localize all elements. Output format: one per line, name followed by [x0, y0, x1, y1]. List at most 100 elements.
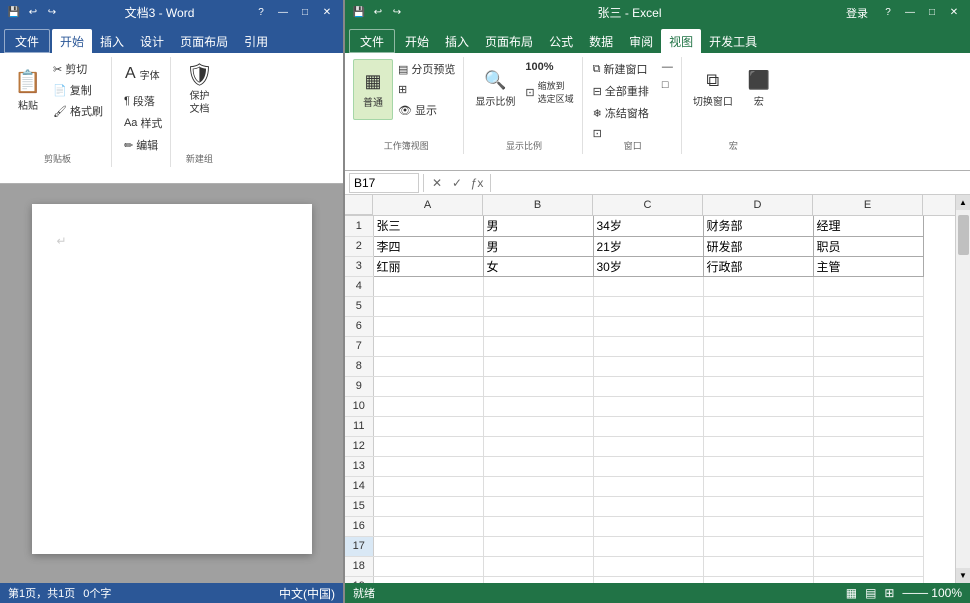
- excel-zoom-sel-btn[interactable]: ⊡ 缩放到选定区域: [521, 77, 577, 107]
- data-cell[interactable]: [593, 396, 703, 416]
- data-cell[interactable]: [593, 576, 703, 583]
- excel-page-break-btn[interactable]: ▤ 分页预览: [394, 59, 459, 79]
- excel-tab-review[interactable]: 审阅: [621, 29, 661, 53]
- excel-unhide-btn[interactable]: □: [658, 77, 677, 93]
- excel-new-window-btn[interactable]: ⧉ 新建窗口: [589, 59, 653, 79]
- data-cell[interactable]: [703, 516, 813, 536]
- data-cell[interactable]: 张三: [373, 216, 483, 236]
- data-cell[interactable]: [703, 476, 813, 496]
- data-cell[interactable]: [483, 296, 593, 316]
- data-cell[interactable]: [593, 356, 703, 376]
- excel-close-btn[interactable]: ✕: [944, 5, 964, 21]
- data-cell[interactable]: 财务部: [703, 216, 813, 236]
- data-cell[interactable]: 李四: [373, 236, 483, 256]
- row-header[interactable]: 2: [345, 236, 373, 256]
- excel-help-btn[interactable]: ?: [878, 5, 898, 21]
- data-cell[interactable]: [703, 316, 813, 336]
- excel-arrange-btn[interactable]: ⊟ 全部重排: [589, 81, 653, 101]
- row-header[interactable]: 18: [345, 556, 373, 576]
- word-protect-btn[interactable]: 🛡 保护文档: [179, 59, 219, 119]
- excel-zoom-btn[interactable]: 🔍 显示比例: [470, 59, 520, 119]
- data-cell[interactable]: [373, 416, 483, 436]
- excel-view-layout-btn[interactable]: ▤: [865, 586, 876, 600]
- formula-input[interactable]: [495, 176, 966, 190]
- row-header[interactable]: 10: [345, 396, 373, 416]
- word-paste-btn[interactable]: 📋 粘贴: [8, 59, 48, 121]
- data-cell[interactable]: [703, 556, 813, 576]
- excel-freeze-btn[interactable]: ❄ 冻结窗格: [589, 103, 653, 123]
- data-cell[interactable]: [483, 476, 593, 496]
- row-header[interactable]: 9: [345, 376, 373, 396]
- data-cell[interactable]: [373, 556, 483, 576]
- data-cell[interactable]: [593, 476, 703, 496]
- excel-macro-btn[interactable]: ⬛ 宏: [739, 59, 779, 119]
- data-cell[interactable]: [373, 496, 483, 516]
- col-header-b[interactable]: B: [483, 195, 593, 215]
- data-cell[interactable]: 男: [483, 236, 593, 256]
- data-cell[interactable]: [703, 576, 813, 583]
- formula-cancel-btn[interactable]: ✕: [428, 176, 446, 190]
- data-cell[interactable]: [373, 476, 483, 496]
- data-cell[interactable]: [703, 336, 813, 356]
- data-cell[interactable]: [813, 336, 923, 356]
- data-cell[interactable]: [813, 496, 923, 516]
- word-save-icon[interactable]: 💾: [6, 5, 22, 21]
- excel-show-btn[interactable]: 👁 显示: [394, 100, 459, 120]
- col-header-e[interactable]: E: [813, 195, 923, 215]
- data-cell[interactable]: [813, 476, 923, 496]
- word-cut-btn[interactable]: ✂ 剪切: [49, 59, 107, 79]
- data-cell[interactable]: 红丽: [373, 256, 483, 276]
- row-header[interactable]: 3: [345, 256, 373, 276]
- excel-zoom-slider[interactable]: ─── 100%: [902, 586, 962, 600]
- data-cell[interactable]: [373, 536, 483, 556]
- data-cell[interactable]: [483, 396, 593, 416]
- excel-switch-window-btn[interactable]: ⧉ 切换窗口: [688, 59, 738, 119]
- word-tab-ref[interactable]: 引用: [236, 29, 276, 53]
- word-status-help[interactable]: 中文(中国): [279, 585, 335, 602]
- data-cell[interactable]: [373, 356, 483, 376]
- word-style-btn[interactable]: Aa 样式: [120, 113, 166, 133]
- excel-minimize-btn[interactable]: —: [900, 5, 920, 21]
- excel-file-tab[interactable]: 文件: [349, 29, 395, 53]
- word-help-btn[interactable]: ?: [251, 5, 271, 21]
- data-cell[interactable]: [483, 496, 593, 516]
- row-header[interactable]: 17: [345, 536, 373, 556]
- word-undo-icon[interactable]: ↩: [25, 5, 41, 21]
- data-cell[interactable]: 研发部: [703, 236, 813, 256]
- data-cell[interactable]: [483, 456, 593, 476]
- row-header[interactable]: 16: [345, 516, 373, 536]
- row-header[interactable]: 11: [345, 416, 373, 436]
- excel-tab-dev[interactable]: 开发工具: [701, 29, 765, 53]
- data-cell[interactable]: 经理: [813, 216, 923, 236]
- data-cell[interactable]: 30岁: [593, 256, 703, 276]
- data-cell[interactable]: [373, 396, 483, 416]
- row-header[interactable]: 5: [345, 296, 373, 316]
- data-cell[interactable]: [483, 336, 593, 356]
- col-header-c[interactable]: C: [593, 195, 703, 215]
- data-cell[interactable]: [703, 456, 813, 476]
- data-cell[interactable]: [593, 496, 703, 516]
- data-cell[interactable]: [813, 576, 923, 583]
- excel-tab-start[interactable]: 开始: [397, 29, 437, 53]
- data-cell[interactable]: 主管: [813, 256, 923, 276]
- data-cell[interactable]: [483, 576, 593, 583]
- scroll-thumb[interactable]: [958, 215, 969, 255]
- word-file-tab[interactable]: 文件: [4, 29, 50, 53]
- excel-tab-insert[interactable]: 插入: [437, 29, 477, 53]
- data-cell[interactable]: [813, 456, 923, 476]
- data-cell[interactable]: [483, 316, 593, 336]
- excel-undo-icon[interactable]: ↩: [370, 5, 386, 21]
- word-close-btn[interactable]: ✕: [317, 5, 337, 21]
- excel-restore-btn[interactable]: □: [922, 5, 942, 21]
- data-cell[interactable]: 21岁: [593, 236, 703, 256]
- formula-insert-fn-btn[interactable]: ƒx: [468, 176, 486, 190]
- data-cell[interactable]: [703, 396, 813, 416]
- data-cell[interactable]: [813, 296, 923, 316]
- word-tab-start[interactable]: 开始: [52, 29, 92, 53]
- vertical-scrollbar[interactable]: ▲ ▼: [955, 195, 970, 583]
- word-format-btn[interactable]: 🖌 格式刷: [49, 101, 107, 121]
- data-cell[interactable]: 女: [483, 256, 593, 276]
- data-cell[interactable]: [813, 376, 923, 396]
- excel-save-icon[interactable]: 💾: [351, 5, 367, 21]
- data-cell[interactable]: [703, 536, 813, 556]
